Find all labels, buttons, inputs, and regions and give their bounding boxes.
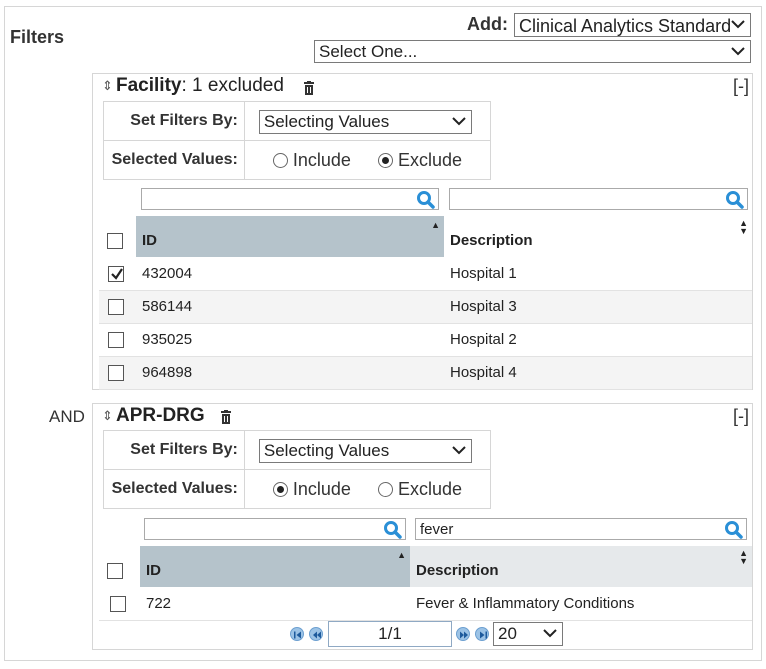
row-description: Hospital 2 xyxy=(444,323,752,357)
row-id: 722 xyxy=(140,587,410,621)
include-radio-option[interactable]: Include xyxy=(272,479,351,499)
chevron-down-icon xyxy=(452,446,466,455)
description-column-header[interactable]: Description ▲ ▼ xyxy=(410,546,752,587)
chevron-down-icon xyxy=(731,20,745,29)
row-description: Hospital 4 xyxy=(444,356,752,390)
sort-ascending-icon: ▲ xyxy=(397,550,406,560)
table-row[interactable]: 722 Fever & Inflammatory Conditions xyxy=(99,587,752,621)
page-number-input[interactable]: 1/1 xyxy=(328,621,452,647)
include-exclude-cell: Include Exclude xyxy=(243,140,492,180)
search-icon[interactable] xyxy=(725,190,744,209)
row-id: 935025 xyxy=(136,323,444,357)
table-row[interactable]: 964898 Hospital 4 xyxy=(99,356,752,390)
page-title: Filters xyxy=(10,27,65,47)
table-row[interactable]: 586144 Hospital 3 xyxy=(99,290,752,324)
exclude-radio[interactable] xyxy=(377,152,393,168)
search-icon[interactable] xyxy=(724,520,743,539)
chevron-down-icon xyxy=(452,117,466,126)
next-page-icon xyxy=(460,631,468,639)
chevron-down-icon xyxy=(543,629,557,638)
include-radio-option[interactable]: Include xyxy=(272,150,351,170)
row-description: Fever & Inflammatory Conditions xyxy=(410,587,752,621)
exclude-radio-option[interactable]: Exclude xyxy=(377,150,462,170)
search-icon[interactable] xyxy=(416,190,435,209)
select-all-cell xyxy=(99,216,136,257)
select-all-cell xyxy=(99,546,140,587)
row-checkbox-checked[interactable] xyxy=(108,265,124,282)
sort-arrows-icon: ▲ ▼ xyxy=(739,548,748,566)
set-filters-by-label: Set Filters By: xyxy=(103,430,245,470)
exclude-radio[interactable] xyxy=(377,481,393,497)
row-id: 432004 xyxy=(136,257,444,291)
facility-description-search-input[interactable] xyxy=(449,188,748,210)
apr-drg-id-search-input[interactable] xyxy=(144,518,406,540)
facility-collapse-toggle[interactable]: [-] xyxy=(733,76,749,97)
apr-drg-filter-title: APR-DRG xyxy=(116,405,205,426)
set-filters-by-select[interactable]: Selecting Values xyxy=(258,110,472,134)
row-checkbox[interactable] xyxy=(108,299,124,316)
row-id: 586144 xyxy=(136,290,444,324)
select-all-checkbox[interactable] xyxy=(107,563,123,579)
add-filter-select[interactable]: Clinical Analytics Standard xyxy=(514,13,751,37)
selected-values-label: Selected Values: xyxy=(103,469,245,509)
select-all-checkbox[interactable] xyxy=(107,233,123,249)
description-column-header[interactable]: Description ▲ ▼ xyxy=(444,216,752,257)
table-row[interactable]: 935025 Hospital 2 xyxy=(99,323,752,357)
prev-page-button[interactable] xyxy=(309,627,323,641)
include-radio[interactable] xyxy=(272,152,288,168)
add-label: Add: xyxy=(467,14,508,34)
set-filters-by-label: Set Filters By: xyxy=(103,101,245,141)
first-page-icon xyxy=(294,631,301,639)
include-exclude-cell: Include Exclude xyxy=(243,469,492,509)
row-checkbox[interactable] xyxy=(108,332,124,349)
row-description: Hospital 1 xyxy=(444,257,752,291)
search-icon[interactable] xyxy=(383,520,402,539)
check-icon xyxy=(111,268,123,280)
page-size-select[interactable]: 20 xyxy=(493,622,563,646)
filter-connector: AND xyxy=(49,407,85,426)
apr-drg-collapse-toggle[interactable]: [-] xyxy=(733,406,749,427)
row-checkbox[interactable] xyxy=(108,365,124,382)
sort-ascending-icon: ▲ xyxy=(431,220,440,230)
chevron-down-icon xyxy=(731,47,745,56)
add-filter-select-value: Clinical Analytics Standard xyxy=(519,16,732,36)
set-filters-by-select[interactable]: Selecting Values xyxy=(258,439,472,463)
prev-page-icon xyxy=(313,631,321,639)
include-radio[interactable] xyxy=(272,481,288,497)
facility-config-table: Set Filters By: Selecting Values Selecte… xyxy=(103,101,492,180)
facility-values-table: ID ▲ Description ▲ ▼ 432004 Hospital 1 58… xyxy=(99,216,752,390)
exclude-radio-option[interactable]: Exclude xyxy=(377,479,462,499)
row-checkbox[interactable] xyxy=(110,595,126,612)
last-page-button[interactable] xyxy=(475,627,489,641)
drag-handle-icon[interactable]: ⇕ xyxy=(102,78,113,94)
apr-drg-values-table: ID ▲ Description ▲ ▼ 722 Fever & Inflamma… xyxy=(99,546,752,621)
first-page-button[interactable] xyxy=(290,627,304,641)
select-one-dropdown[interactable]: Select One... xyxy=(314,40,751,63)
selected-values-label: Selected Values: xyxy=(103,140,245,180)
row-description: Hospital 3 xyxy=(444,290,752,324)
facility-id-search-input[interactable] xyxy=(141,188,439,210)
last-page-icon xyxy=(480,631,487,639)
row-id: 964898 xyxy=(136,356,444,390)
trash-icon[interactable] xyxy=(303,81,315,95)
apr-drg-config-table: Set Filters By: Selecting Values Selecte… xyxy=(103,430,492,509)
next-page-button[interactable] xyxy=(456,627,470,641)
set-filters-by-cell: Selecting Values xyxy=(243,430,492,470)
facility-filter-title: Facility: 1 excluded xyxy=(116,75,284,96)
id-column-header[interactable]: ID ▲ xyxy=(136,216,444,257)
sort-arrows-icon: ▲ ▼ xyxy=(739,218,748,236)
set-filters-by-cell: Selecting Values xyxy=(243,101,492,141)
apr-drg-description-search-input[interactable]: fever xyxy=(415,518,747,540)
trash-icon[interactable] xyxy=(220,410,232,424)
select-one-value: Select One... xyxy=(319,42,418,61)
id-column-header[interactable]: ID ▲ xyxy=(140,546,410,587)
table-row[interactable]: 432004 Hospital 1 xyxy=(99,257,752,291)
drag-handle-icon[interactable]: ⇕ xyxy=(102,408,113,424)
